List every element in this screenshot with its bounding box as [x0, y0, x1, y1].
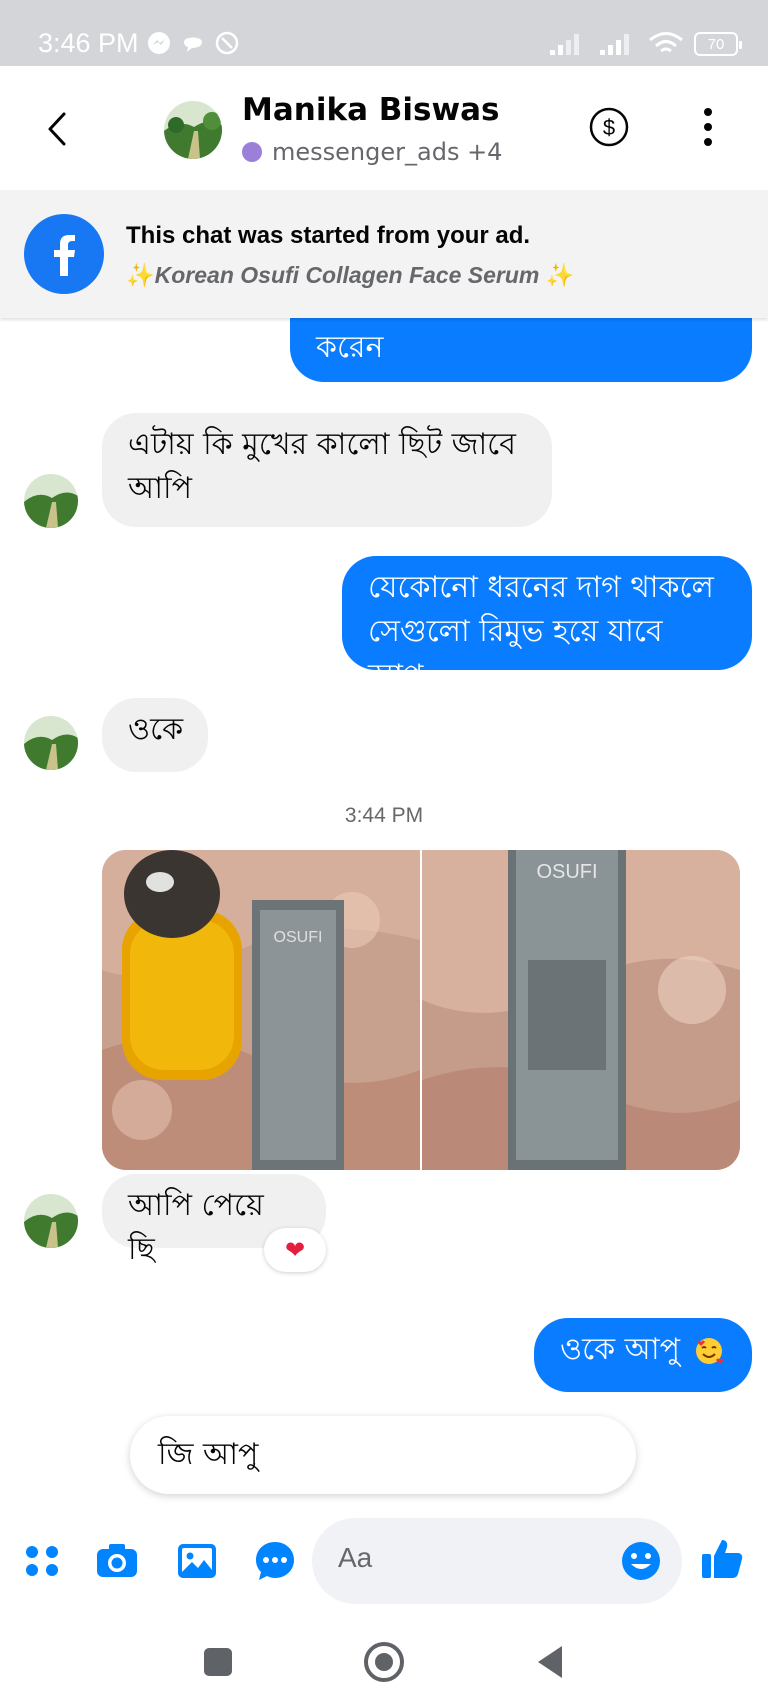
status-bar: 3:46 PM 70 [0, 0, 768, 66]
ad-product-name: Korean Osufi Collagen Face Serum [154, 262, 540, 288]
message-text: ওকে আপু [560, 1332, 681, 1367]
system-navigation-bar [0, 1618, 768, 1708]
photo-attachment[interactable]: OSUFI [102, 850, 420, 1170]
message-list[interactable]: করেন এটায় কি মুখের কালো ছিট জাবে আপি যে… [0, 318, 768, 1508]
message-text-line: যেকোনো ধরনের দাগ থাকলে [368, 570, 714, 605]
camera-icon[interactable] [94, 1538, 140, 1584]
conversation-header: Manika Biswas messenger_ads +4 $ [0, 66, 768, 190]
ad-origin-banner[interactable]: This chat was started from your ad. ✨Kor… [0, 190, 768, 318]
sparkles-icon: ✨ [545, 262, 575, 288]
status-time: 3:46 PM [38, 28, 139, 58]
message-text-line: সেগুলো রিমুভ হয়ে যাবে আপু [368, 614, 663, 693]
ad-product-line: ✨Korean Osufi Collagen Face Serum ✨ [126, 262, 574, 289]
home-button[interactable] [362, 1640, 406, 1684]
messenger-notification-icon [148, 32, 170, 54]
label-dot-icon [242, 142, 262, 162]
contact-subtitle: messenger_ads +4 [242, 138, 502, 166]
photo-attachment[interactable]: OSUFI [422, 850, 740, 1170]
more-options-button[interactable] [696, 104, 720, 150]
heart-icon: ❤ [284, 1236, 306, 1264]
contact-avatar[interactable] [164, 101, 222, 159]
back-button[interactable] [38, 104, 78, 154]
message-timestamp: 3:44 PM [344, 804, 424, 827]
recent-apps-button[interactable] [196, 1640, 240, 1684]
smiling-face-with-hearts-icon [695, 1337, 724, 1364]
sender-avatar[interactable] [24, 1194, 78, 1248]
message-bubble-incoming[interactable]: এটায় কি মুখের কালো ছিট জাবে আপি [102, 413, 552, 527]
message-text: আপি পেয়ে ছি [128, 1188, 264, 1267]
emoji-icon[interactable] [620, 1540, 662, 1582]
sparkles-icon: ✨ [126, 262, 155, 288]
message-bubble-incoming[interactable]: ওকে [102, 698, 208, 772]
contact-name[interactable]: Manika Biswas [242, 92, 500, 128]
wifi-icon [649, 32, 683, 53]
message-input[interactable]: Aa [312, 1518, 682, 1604]
data-saver-icon [215, 31, 239, 55]
photo-label: OSUFI [536, 861, 597, 883]
message-composer: Aa [0, 1508, 768, 1618]
ad-banner-title: This chat was started from your ad. [126, 222, 531, 249]
message-input-placeholder: Aa [338, 1542, 373, 1573]
chat-extensions-icon[interactable] [252, 1538, 298, 1584]
heart-reaction-badge[interactable]: ❤ [264, 1228, 326, 1272]
suggested-reply-chip[interactable]: জি আপু [130, 1416, 636, 1494]
more-actions-icon[interactable] [20, 1538, 66, 1584]
message-text: করেন [316, 330, 384, 365]
battery-level: 70 [707, 35, 725, 53]
signal-2-icon [600, 34, 629, 55]
sender-avatar[interactable] [24, 716, 78, 770]
chat-notification-icon [184, 37, 202, 52]
message-text: ওকে [128, 712, 184, 747]
message-text-line: আপি [128, 471, 192, 506]
photo-label: OSUFI [274, 929, 323, 946]
contact-labels: messenger_ads +4 [272, 138, 503, 166]
message-bubble-outgoing[interactable]: ওকে আপু [534, 1318, 752, 1392]
sender-avatar[interactable] [24, 474, 78, 528]
back-nav-button[interactable] [528, 1640, 572, 1684]
gallery-icon[interactable] [174, 1538, 220, 1584]
message-bubble-outgoing[interactable]: যেকোনো ধরনের দাগ থাকলে সেগুলো রিমুভ হয়ে… [342, 556, 752, 693]
message-text-line: এটায় কি মুখের কালো ছিট জাবে [128, 427, 516, 462]
battery-icon: 70 [694, 32, 742, 56]
signal-icon [550, 34, 579, 55]
like-thumbs-up-icon[interactable] [698, 1534, 746, 1582]
message-bubble-outgoing[interactable]: করেন [290, 318, 752, 382]
facebook-logo-icon [24, 214, 104, 294]
payment-dollar-button[interactable]: $ [588, 106, 630, 148]
svg-text:$: $ [603, 115, 615, 140]
